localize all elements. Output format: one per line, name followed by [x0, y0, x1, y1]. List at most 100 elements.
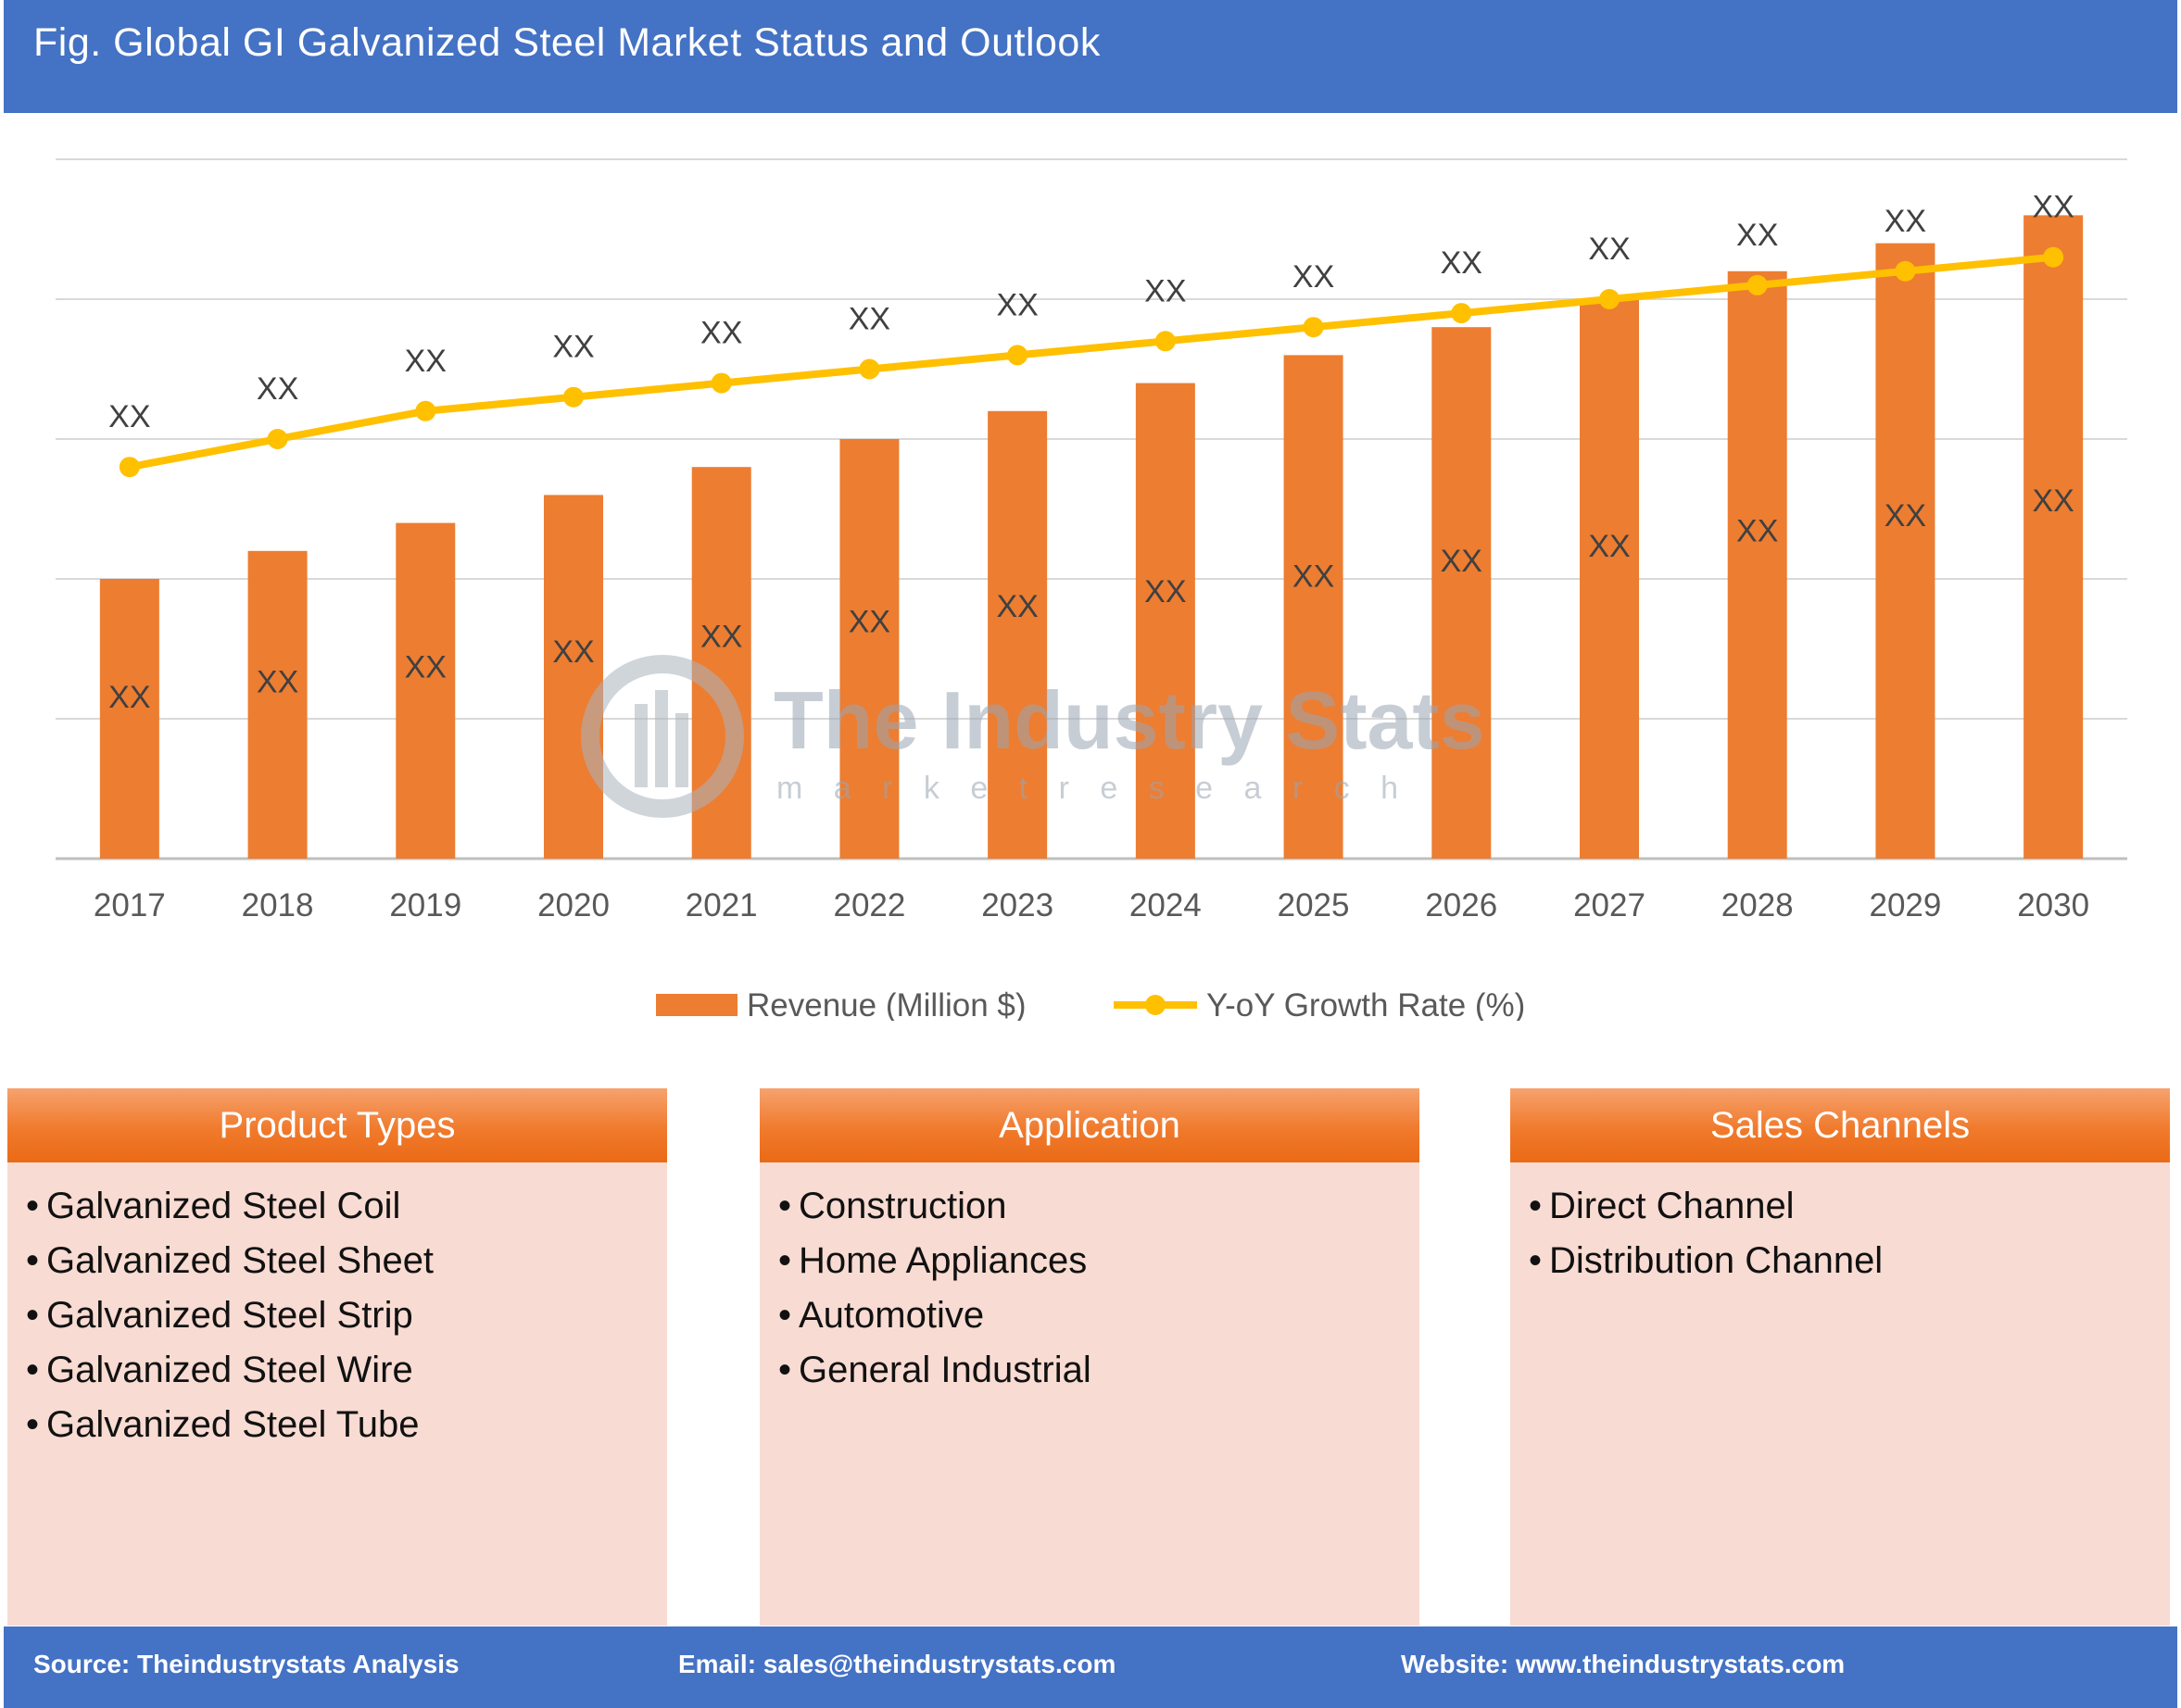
list-item-label: Home Appliances — [799, 1240, 1087, 1281]
bullet: • — [26, 1288, 46, 1343]
x-tick-label: 2021 — [686, 887, 758, 923]
list-item: •Galvanized Steel Wire — [26, 1343, 667, 1398]
bullet: • — [778, 1288, 799, 1343]
bar — [1580, 299, 1639, 859]
growth-rate-point — [1155, 331, 1176, 351]
x-tick-label: 2022 — [833, 887, 905, 923]
growth-rate-point — [1895, 261, 1915, 282]
bar-data-label: XX — [1736, 514, 1778, 549]
bullet: • — [1529, 1234, 1549, 1288]
list-item-label: Galvanized Steel Sheet — [46, 1240, 434, 1281]
bar — [544, 495, 603, 859]
bar — [1875, 244, 1935, 859]
panel-list: •Construction •Home Appliances •Automoti… — [760, 1162, 1419, 1398]
bar — [1728, 271, 1787, 859]
x-tick-label: 2017 — [94, 887, 166, 923]
line-data-label: XX — [2032, 190, 2074, 225]
footer-email[interactable]: Email: sales@theindustrystats.com — [678, 1626, 1116, 1702]
bullet: • — [26, 1179, 46, 1234]
growth-rate-point — [712, 373, 732, 394]
bar-data-label: XX — [1292, 559, 1334, 594]
line-data-label: XX — [1441, 245, 1482, 281]
bar-data-label: XX — [405, 649, 447, 684]
bullet: • — [1529, 1179, 1549, 1234]
bar — [248, 551, 308, 859]
line-data-label: XX — [108, 399, 150, 434]
list-item: •Home Appliances — [778, 1234, 1419, 1288]
panel-application: Application •Construction •Home Applianc… — [760, 1088, 1419, 1626]
bullet: • — [778, 1234, 799, 1288]
footer-bar: Source: Theindustrystats Analysis Email:… — [4, 1626, 2177, 1708]
legend-label-revenue: Revenue (Million $) — [747, 987, 1027, 1021]
x-tick-label: 2027 — [1573, 887, 1645, 923]
line-data-label: XX — [257, 371, 298, 407]
list-item-label: Automotive — [799, 1295, 984, 1336]
bar-data-label: XX — [2032, 484, 2074, 519]
growth-rate-point — [2043, 247, 2063, 268]
growth-rate-point — [1451, 303, 1471, 323]
list-item-label: Direct Channel — [1549, 1186, 1795, 1226]
page-title: Fig. Global GI Galvanized Steel Market S… — [33, 20, 1101, 66]
list-item: •General Industrial — [778, 1343, 1419, 1398]
bar-data-label: XX — [108, 680, 150, 715]
growth-rate-point — [1747, 275, 1768, 295]
bar — [100, 579, 159, 859]
list-item: •Construction — [778, 1179, 1419, 1234]
list-item-label: General Industrial — [799, 1350, 1091, 1390]
legend-swatch-revenue — [656, 994, 738, 1016]
bar — [988, 411, 1047, 859]
bullet: • — [778, 1343, 799, 1398]
line-data-label: XX — [405, 344, 447, 379]
line-data-label: XX — [1885, 204, 1926, 239]
bar — [2023, 215, 2083, 859]
legend-label-growth: Y-oY Growth Rate (%) — [1206, 987, 1525, 1021]
bar-data-label: XX — [1885, 498, 1926, 534]
list-item: •Galvanized Steel Coil — [26, 1179, 667, 1234]
bullet: • — [778, 1179, 799, 1234]
bar-data-label: XX — [1588, 529, 1630, 564]
chart: XX XX XX XX XX XX XX XX XX XX XX XX XX XX XX XX XX XX XX XX… — [0, 113, 2181, 1021]
bar — [1284, 355, 1343, 859]
list-item-label: Galvanized Steel Wire — [46, 1350, 413, 1390]
bar — [1431, 327, 1491, 859]
panel-sales-channels: Sales Channels •Direct Channel •Distribu… — [1510, 1088, 2170, 1626]
bar-data-label: XX — [700, 620, 742, 655]
line-data-label: XX — [1292, 259, 1334, 295]
header-bar: Fig. Global GI Galvanized Steel Market S… — [4, 0, 2177, 113]
list-item-label: Galvanized Steel Coil — [46, 1186, 400, 1226]
x-tick-label: 2025 — [1278, 887, 1350, 923]
panel-product-types: Product Types •Galvanized Steel Coil •Ga… — [7, 1088, 667, 1626]
panel-title: Product Types — [7, 1088, 667, 1162]
panel-list: •Direct Channel •Distribution Channel — [1510, 1162, 2170, 1288]
x-tick-label: 2024 — [1129, 887, 1202, 923]
growth-rate-point — [859, 359, 879, 380]
footer-source: Source: Theindustrystats Analysis — [33, 1626, 460, 1702]
list-item: •Automotive — [778, 1288, 1419, 1343]
list-item: •Galvanized Steel Sheet — [26, 1234, 667, 1288]
list-item-label: Galvanized Steel Tube — [46, 1404, 419, 1445]
growth-rate-point — [415, 401, 435, 421]
line-data-label: XX — [552, 330, 594, 365]
x-tick-label: 2020 — [537, 887, 610, 923]
x-tick-label: 2026 — [1425, 887, 1497, 923]
x-tick-label: 2028 — [1721, 887, 1794, 923]
panel-list: •Galvanized Steel Coil •Galvanized Steel… — [7, 1162, 667, 1452]
bar-data-label: XX — [1441, 544, 1482, 579]
bar — [839, 439, 899, 859]
x-tick-label: 2023 — [981, 887, 1053, 923]
list-item: •Galvanized Steel Tube — [26, 1398, 667, 1452]
list-item-label: Distribution Channel — [1549, 1240, 1883, 1281]
line-data-label: XX — [849, 302, 890, 337]
footer-website[interactable]: Website: www.theindustrystats.com — [1401, 1626, 1845, 1702]
list-item-label: Construction — [799, 1186, 1007, 1226]
list-item: •Galvanized Steel Strip — [26, 1288, 667, 1343]
list-item-label: Galvanized Steel Strip — [46, 1295, 413, 1336]
x-tick-label: 2018 — [242, 887, 314, 923]
line-data-label: XX — [1588, 232, 1630, 267]
bar — [1136, 383, 1195, 859]
panel-title: Sales Channels — [1510, 1088, 2170, 1162]
bar-data-label: XX — [1144, 574, 1186, 609]
bullet: • — [26, 1234, 46, 1288]
bullet: • — [26, 1343, 46, 1398]
bar — [692, 467, 751, 859]
